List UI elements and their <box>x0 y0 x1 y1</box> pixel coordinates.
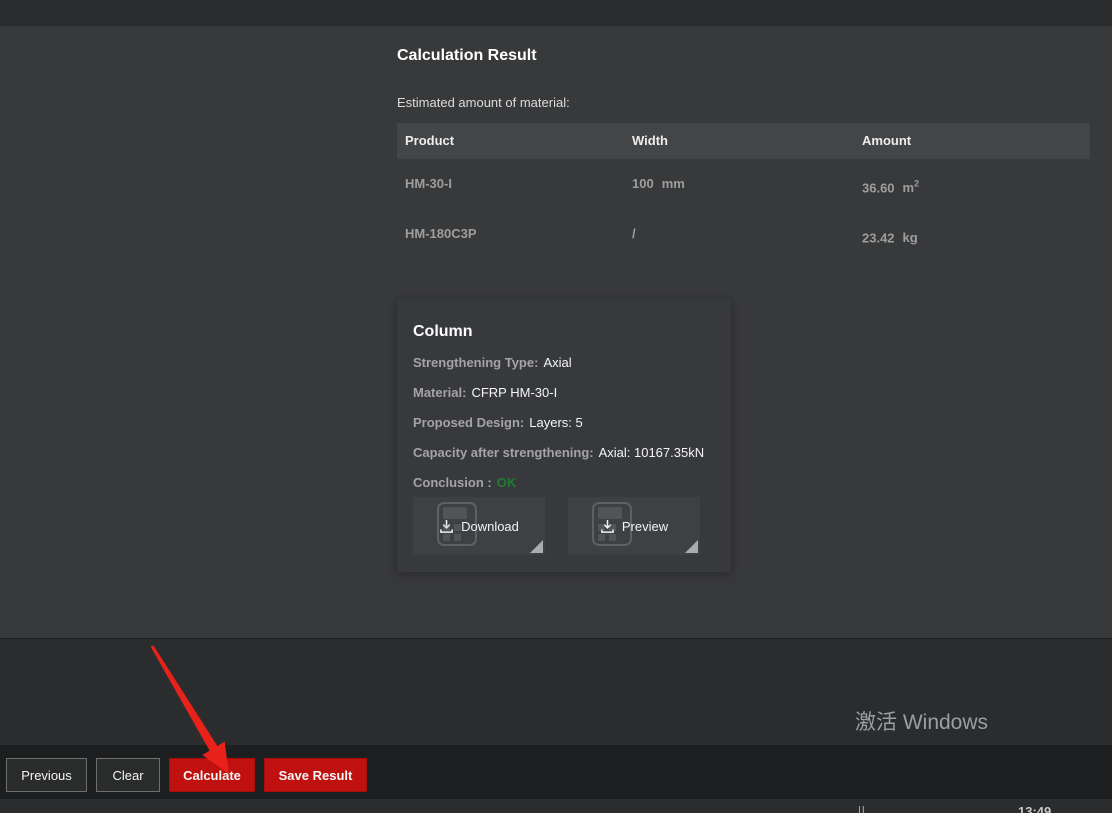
save-result-button[interactable]: Save Result <box>264 758 367 792</box>
calculate-button[interactable]: Calculate <box>169 758 255 792</box>
download-button-label: Download <box>461 519 519 534</box>
amount-unit-sup: 2 <box>914 179 919 189</box>
app-window: Calculation Result Estimated amount of m… <box>0 0 1112 813</box>
cell-width: / <box>629 209 858 259</box>
field-conclusion: Conclusion : OK <box>413 475 715 490</box>
amount-value: 36.60 <box>862 180 895 195</box>
field-label: Proposed Design: <box>413 415 524 430</box>
corner-resize-handle <box>685 540 698 553</box>
corner-resize-handle <box>530 540 543 553</box>
field-material: Material: CFRP HM-30-I <box>413 385 715 400</box>
card-title: Column <box>413 323 715 341</box>
cell-product: HM-180C3P <box>397 209 629 259</box>
amount-unit-text: kg <box>903 230 918 245</box>
preview-download-icon <box>600 519 615 534</box>
previous-button[interactable]: Previous <box>6 758 87 792</box>
cell-product: HM-30-I <box>397 159 629 209</box>
card-button-row: Download Preview <box>413 497 700 555</box>
preview-button-label: Preview <box>622 519 668 534</box>
width-value: / <box>632 226 636 241</box>
footer-area <box>0 638 1112 746</box>
table-caption: Estimated amount of material: <box>397 95 570 110</box>
field-value: Layers: 5 <box>529 415 582 430</box>
clear-button[interactable]: Clear <box>96 758 160 792</box>
amount-unit-text: m <box>903 180 915 195</box>
material-table: Product Width Amount HM-30-I 100 mm 36.60… <box>397 123 1090 259</box>
width-value: 100 <box>632 176 654 191</box>
cell-width: 100 mm <box>629 159 858 209</box>
field-value: CFRP HM-30-I <box>471 385 557 400</box>
table-header-row: Product Width Amount <box>397 123 1090 159</box>
taskbar-icon-fragment: || <box>858 805 866 813</box>
column-header-width: Width <box>629 123 858 159</box>
field-proposed-design: Proposed Design: Layers: 5 <box>413 415 715 430</box>
field-value: Axial: 10167.35kN <box>599 445 705 460</box>
taskbar-clock-fragment: 13:49 <box>1018 804 1051 813</box>
conclusion-status: OK <box>497 475 517 490</box>
download-button[interactable]: Download <box>413 497 545 555</box>
table-row: HM-30-I 100 mm 36.60 m2 <box>397 159 1090 209</box>
bottom-action-bar: Previous Clear Calculate Save Result <box>0 745 1112 799</box>
page-title: Calculation Result <box>397 47 537 65</box>
field-label: Strengthening Type: <box>413 355 538 370</box>
amount-unit: m2 <box>903 180 920 195</box>
column-result-card: Column Strengthening Type: Axial Material… <box>397 299 731 572</box>
width-unit: mm <box>662 176 685 191</box>
field-value: Axial <box>543 355 571 370</box>
download-icon <box>439 519 454 534</box>
column-header-product: Product <box>397 123 629 159</box>
field-label: Material: <box>413 385 466 400</box>
amount-value: 23.42 <box>862 230 895 245</box>
column-header-amount: Amount <box>858 123 1090 159</box>
top-bar <box>0 0 1112 27</box>
field-label: Conclusion : <box>413 475 492 490</box>
cell-amount: 36.60 m2 <box>858 159 1090 209</box>
field-strengthening-type: Strengthening Type: Axial <box>413 355 715 370</box>
table-row: HM-180C3P / 23.42 kg <box>397 209 1090 259</box>
field-label: Capacity after strengthening: <box>413 445 594 460</box>
taskbar-edge: || 13:49 <box>0 799 1112 813</box>
preview-button[interactable]: Preview <box>568 497 700 555</box>
field-capacity: Capacity after strengthening: Axial: 1016… <box>413 445 715 460</box>
amount-unit: kg <box>903 230 918 245</box>
cell-amount: 23.42 kg <box>858 209 1090 259</box>
